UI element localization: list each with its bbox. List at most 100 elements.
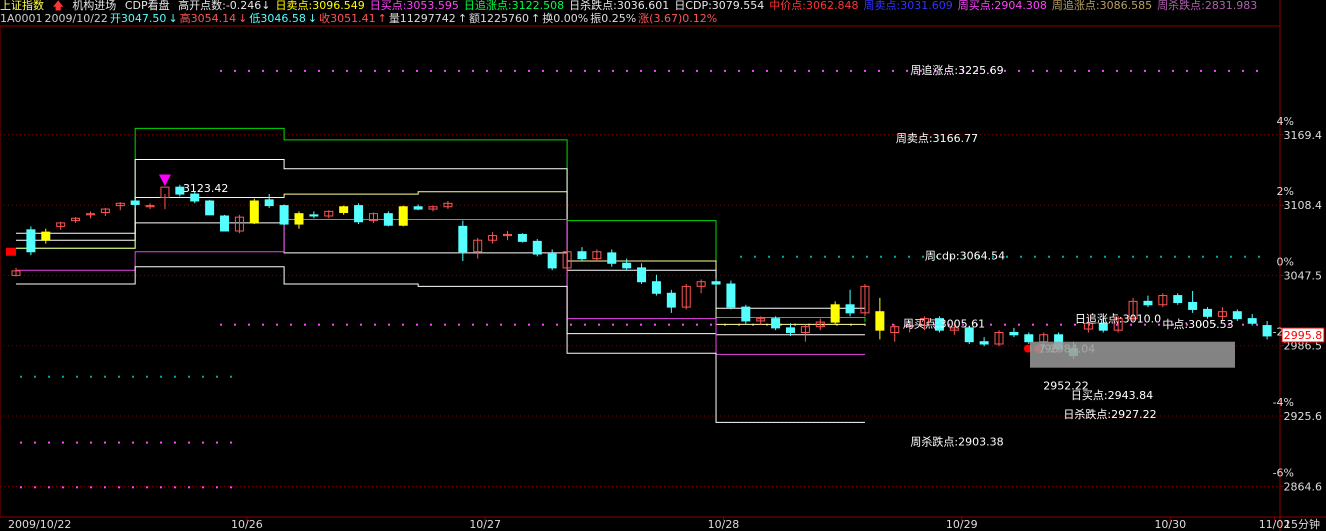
candle-body — [726, 283, 736, 308]
dot-line-point — [188, 486, 190, 489]
dot-line-point — [34, 375, 36, 378]
dot-line-point — [780, 69, 782, 72]
dot-line-point — [838, 255, 840, 258]
dot-line-point — [62, 375, 64, 378]
dot-line-point — [48, 441, 50, 444]
dot-line-point — [472, 323, 474, 326]
dot-line-point — [640, 69, 642, 72]
dot-line-point — [908, 255, 910, 258]
candle-body — [413, 206, 423, 210]
step-line-white-lower — [16, 266, 865, 423]
dot-line-point — [1102, 69, 1104, 72]
dot-line-point — [202, 486, 204, 489]
dot-line-point — [486, 323, 488, 326]
dot-line-point — [514, 323, 516, 326]
dot-line-point — [216, 375, 218, 378]
dot-line-point — [1216, 255, 1218, 258]
dot-line-point — [1018, 69, 1020, 72]
dot-line-point — [444, 69, 446, 72]
dot-line-point — [612, 69, 614, 72]
dot-line-point — [612, 323, 614, 326]
dot-line-point — [174, 441, 176, 444]
dot-line-point — [174, 486, 176, 489]
step-line-magenta — [16, 218, 865, 355]
dot-line-point — [20, 375, 22, 378]
dot-line-point — [90, 486, 92, 489]
dot-line-point — [104, 486, 106, 489]
candle-body — [1173, 295, 1183, 303]
dot-line-point — [1088, 69, 1090, 72]
dot-line-point — [1144, 69, 1146, 72]
dot-line-point — [346, 323, 348, 326]
dot-line-point — [654, 69, 656, 72]
dot-line-point — [388, 323, 390, 326]
dot-line-point — [682, 323, 684, 326]
dot-line-point — [1020, 255, 1022, 258]
dot-line-point — [794, 69, 796, 72]
candle-body — [1247, 318, 1257, 324]
dot-line-point — [202, 375, 204, 378]
dot-line-point — [1004, 323, 1006, 326]
dot-line-point — [1130, 69, 1132, 72]
candle-body — [294, 213, 304, 225]
dot-line-point — [990, 323, 992, 326]
dot-line-point — [1160, 255, 1162, 258]
dot-line-point — [724, 69, 726, 72]
peak-marker-icon — [158, 174, 171, 187]
dot-line-point — [626, 323, 628, 326]
dot-line-point — [146, 486, 148, 489]
candle-body — [249, 200, 259, 224]
dot-line-point — [1034, 255, 1036, 258]
dot-line-point — [570, 69, 572, 72]
dot-line-point — [668, 69, 670, 72]
dot-line-point — [1062, 255, 1064, 258]
dot-line-point — [570, 323, 572, 326]
dot-line-point — [188, 375, 190, 378]
dot-line-point — [668, 323, 670, 326]
dot-line-point — [34, 486, 36, 489]
dot-line-point — [62, 486, 64, 489]
dot-line-point — [782, 255, 784, 258]
step-line-green — [16, 127, 866, 323]
candle-body — [458, 225, 468, 253]
candle-body — [309, 214, 319, 217]
dot-line-point — [62, 441, 64, 444]
candle-body — [205, 200, 215, 216]
pct-tick-label: -4% — [1273, 396, 1294, 409]
week-level-label: 周cdp:3064.54 — [925, 250, 1005, 263]
dot-line-point — [416, 323, 418, 326]
dot-line-point — [696, 323, 698, 326]
candle-body — [607, 252, 617, 264]
dot-line-point — [146, 441, 148, 444]
dot-line-point — [1104, 255, 1106, 258]
dot-line-point — [1230, 255, 1232, 258]
dot-line-point — [76, 486, 78, 489]
dot-line-point — [866, 255, 868, 258]
dot-line-point — [528, 323, 530, 326]
dot-line-point — [276, 69, 278, 72]
dot-line-point — [146, 375, 148, 378]
candle-body — [41, 231, 51, 241]
dot-line-point — [48, 375, 50, 378]
dot-line-point — [836, 69, 838, 72]
dot-line-point — [220, 69, 222, 72]
dot-line-point — [892, 69, 894, 72]
candle-body — [1188, 301, 1198, 310]
candle-body — [383, 213, 393, 226]
candle-body — [577, 251, 587, 260]
dot-line-point — [290, 69, 292, 72]
candle-body — [741, 306, 751, 322]
dot-line-point — [1202, 255, 1204, 258]
dot-line-point — [696, 69, 698, 72]
dot-line-point — [880, 255, 882, 258]
candlestick-chart[interactable]: 3169.44%3108.42%3047.50%2986.5-2%2925.6-… — [0, 0, 1326, 531]
dot-line-point — [864, 69, 866, 72]
dot-line-point — [1074, 69, 1076, 72]
dot-line-point — [118, 375, 120, 378]
dot-line-point — [234, 323, 236, 326]
candle-body — [26, 229, 36, 253]
candle-body — [220, 215, 230, 232]
dot-line-point — [20, 486, 22, 489]
dot-line-point — [1048, 255, 1050, 258]
candle-body — [1143, 300, 1153, 306]
